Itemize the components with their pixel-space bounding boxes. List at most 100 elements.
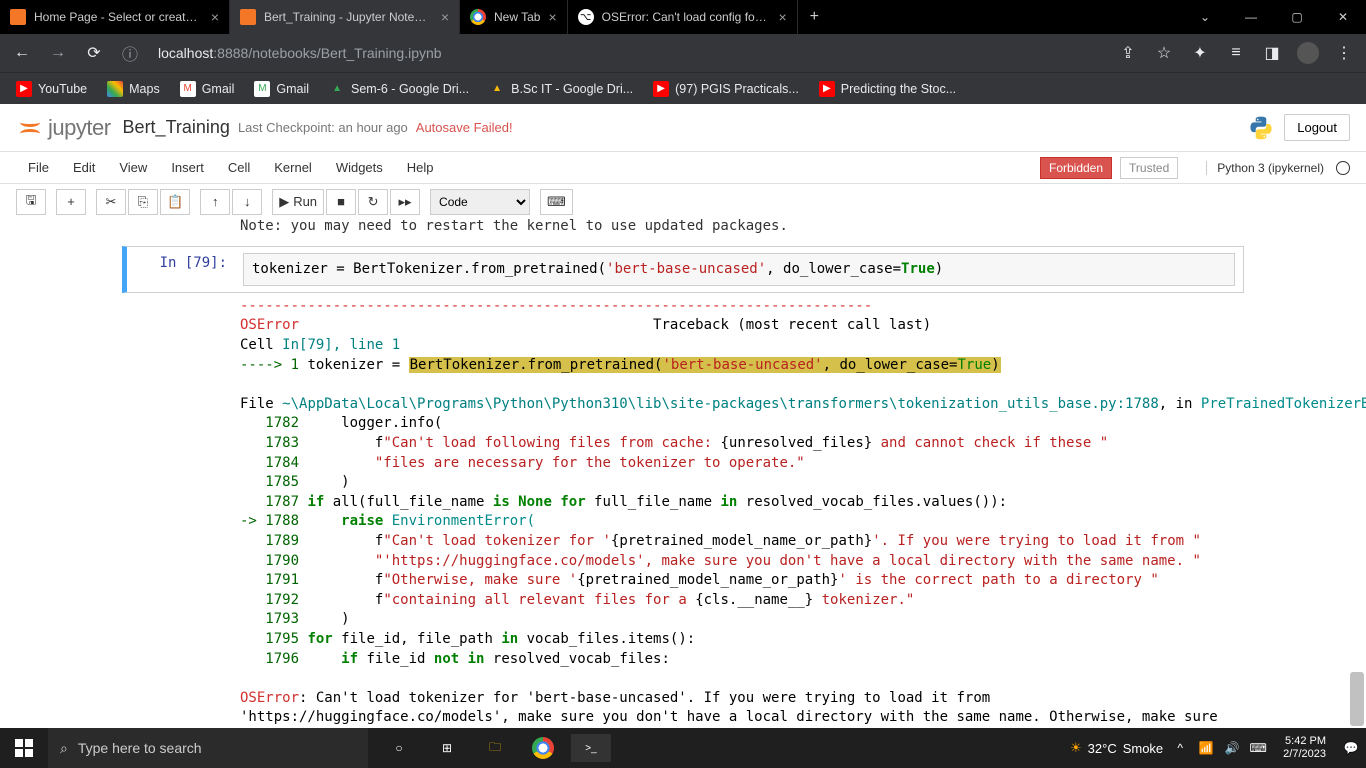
profile-avatar[interactable] [1294, 39, 1322, 67]
tb-line: f [299, 533, 383, 549]
save-button[interactable]: 🖫 [16, 189, 46, 215]
kernel-indicator-icon[interactable] [1336, 161, 1350, 175]
kw: for [299, 631, 333, 647]
kw: not [434, 651, 459, 667]
tab-close-icon[interactable]: × [441, 9, 449, 25]
chrome-menu-icon[interactable]: ⋮ [1330, 39, 1358, 67]
clock[interactable]: 5:42 PM 2/7/2023 [1275, 735, 1334, 761]
trusted-badge[interactable]: Trusted [1120, 157, 1178, 179]
tab-title: OSError: Can't load config for 'be [602, 10, 771, 24]
share-icon[interactable]: ⇪ [1114, 39, 1142, 67]
explorer-icon[interactable]: 🗀 [472, 728, 518, 768]
cut-button[interactable]: ✂ [96, 189, 126, 215]
url-field[interactable]: localhost:8888/notebooks/Bert_Training.i… [152, 45, 1106, 61]
start-button[interactable] [0, 728, 48, 768]
file-path: ~\AppData\Local\Programs\Python\Python31… [282, 396, 1159, 412]
bookmark-sem6[interactable]: ▲Sem-6 - Google Dri... [321, 77, 477, 101]
bookmark-predicting[interactable]: ▶Predicting the Stoc... [811, 77, 964, 101]
tab-close-icon[interactable]: × [548, 9, 556, 25]
search-icon: ⌕ [60, 740, 68, 757]
kw: None [510, 494, 552, 510]
task-view-icon[interactable]: ⊞ [424, 728, 470, 768]
tab-close-icon[interactable]: × [778, 9, 786, 25]
url-path: /notebooks/Bert_Training.ipynb [248, 45, 441, 61]
cell-type-select[interactable]: Code [430, 189, 530, 215]
move-up-button[interactable]: ↑ [200, 189, 230, 215]
menu-widgets[interactable]: Widgets [324, 156, 395, 179]
browser-tab[interactable]: New Tab × [460, 0, 568, 34]
youtube-icon: ▶ [819, 81, 835, 97]
language-icon[interactable]: ⌨ [1249, 741, 1267, 755]
browser-tab[interactable]: ⌥ OSError: Can't load config for 'be × [568, 0, 798, 34]
tray-chevron-icon[interactable]: ^ [1171, 741, 1189, 755]
site-info-icon[interactable]: ⓘ [116, 39, 144, 67]
browser-tab[interactable]: Home Page - Select or create a n × [0, 0, 230, 34]
browser-tab-active[interactable]: Bert_Training - Jupyter Notebook × [230, 0, 460, 34]
new-tab-button[interactable]: + [798, 8, 831, 26]
menu-help[interactable]: Help [395, 156, 446, 179]
close-window-button[interactable]: ✕ [1320, 0, 1366, 34]
chrome-icon[interactable] [520, 728, 566, 768]
minimize-button[interactable]: — [1228, 0, 1274, 34]
cortana-icon[interactable]: ○ [376, 728, 422, 768]
run-button[interactable]: ▶ Run [272, 189, 324, 215]
kernel-name[interactable]: Python 3 (ipykernel) [1206, 161, 1328, 175]
bookmark-gmail-2[interactable]: MGmail [246, 77, 317, 101]
extensions-icon[interactable]: ✦ [1186, 39, 1214, 67]
code-token: , do_lower_case= [766, 261, 901, 277]
menu-file[interactable]: File [16, 156, 61, 179]
volume-icon[interactable]: 🔊 [1223, 741, 1241, 755]
tb-line: resolved_vocab_files: [484, 651, 669, 667]
reload-button[interactable]: ⟳ [80, 39, 108, 67]
reading-list-icon[interactable]: ≡ [1222, 39, 1250, 67]
logout-button[interactable]: Logout [1284, 114, 1350, 141]
bookmark-pgis[interactable]: ▶(97) PGIS Practicals... [645, 77, 807, 101]
tab-title: New Tab [494, 10, 540, 24]
restart-run-button[interactable]: ▸▸ [390, 189, 420, 215]
menu-edit[interactable]: Edit [61, 156, 107, 179]
menu-view[interactable]: View [107, 156, 159, 179]
interrupt-button[interactable]: ■ [326, 189, 356, 215]
copy-button[interactable]: ⎘ [128, 189, 158, 215]
paste-button[interactable]: 📋 [160, 189, 190, 215]
notebook-name[interactable]: Bert_Training [123, 117, 230, 138]
bookmark-youtube[interactable]: ▶YouTube [8, 77, 95, 101]
command-palette-button[interactable]: ⌨ [540, 189, 573, 215]
side-panel-icon[interactable]: ◨ [1258, 39, 1286, 67]
chrome-favicon [470, 9, 486, 25]
bookmark-label: Sem-6 - Google Dri... [351, 82, 469, 96]
tb-line: logger.info( [299, 415, 442, 431]
scrollbar-thumb[interactable] [1350, 672, 1364, 726]
add-cell-button[interactable]: + [56, 189, 86, 215]
tab-close-icon[interactable]: × [211, 9, 219, 25]
tb-str: "Can't load following files from cache: [383, 435, 720, 451]
bookmark-gmail[interactable]: MGmail [172, 77, 243, 101]
bookmark-star-icon[interactable]: ☆ [1150, 39, 1178, 67]
menu-insert[interactable]: Insert [159, 156, 216, 179]
bookmark-maps[interactable]: Maps [99, 77, 168, 101]
tb-str: "containing all relevant files for a [383, 592, 695, 608]
kw: if [299, 494, 324, 510]
lineno: 1789 [240, 533, 299, 549]
move-down-button[interactable]: ↓ [232, 189, 262, 215]
notifications-icon[interactable]: 💬 [1342, 741, 1360, 755]
forward-button[interactable]: → [44, 39, 72, 67]
code-cell[interactable]: In [79]: tokenizer = BertTokenizer.from_… [122, 246, 1244, 293]
restart-button[interactable]: ↻ [358, 189, 388, 215]
bookmark-label: Maps [129, 82, 160, 96]
menu-kernel[interactable]: Kernel [262, 156, 324, 179]
menu-cell[interactable]: Cell [216, 156, 262, 179]
tab-search-icon[interactable]: ⌄ [1182, 0, 1228, 34]
taskbar-search[interactable]: ⌕ Type here to search [48, 728, 368, 768]
notebook-area[interactable]: Note: you may need to restart the kernel… [0, 218, 1366, 728]
error-output: ----------------------------------------… [122, 293, 1244, 728]
wifi-icon[interactable]: 📶 [1197, 741, 1215, 755]
maximize-button[interactable]: ▢ [1274, 0, 1320, 34]
terminal-icon[interactable]: >_ [571, 734, 611, 762]
weather-widget[interactable]: ☀ 32°C Smoke [1070, 740, 1163, 756]
tb-line: full_file_name [586, 494, 721, 510]
back-button[interactable]: ← [8, 39, 36, 67]
bookmark-bscit[interactable]: ▲B.Sc IT - Google Dri... [481, 77, 641, 101]
code-input[interactable]: tokenizer = BertTokenizer.from_pretraine… [243, 253, 1235, 286]
jupyter-logo[interactable]: jupyter [16, 114, 111, 142]
